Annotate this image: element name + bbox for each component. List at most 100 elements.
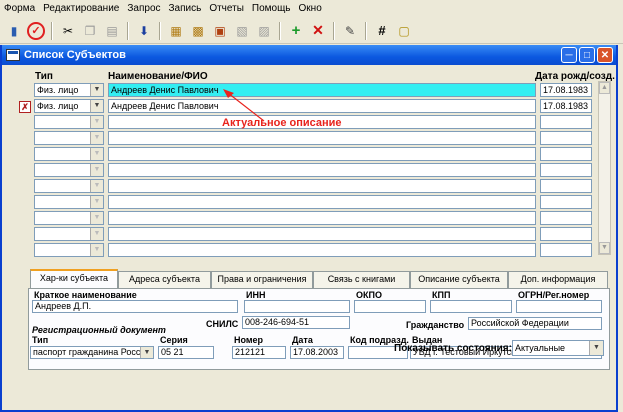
tab-description[interactable]: Описание субъекта (410, 271, 508, 288)
type-select[interactable]: Физ. лицо ▼ (34, 83, 104, 97)
query-cancel-icon[interactable]: ▣ (211, 22, 229, 40)
show-states-select[interactable]: Актуальные ▼ (512, 340, 604, 356)
chevron-down-icon[interactable]: ▼ (90, 116, 103, 128)
report-icon[interactable]: ▢ (395, 22, 413, 40)
date-cell[interactable] (540, 163, 592, 177)
type-select[interactable]: Физ. лицо ▼ (34, 99, 104, 113)
date-cell[interactable]: 17.08.1983 (540, 99, 592, 113)
cut-icon[interactable]: ✂ (59, 22, 77, 40)
minimize-button[interactable]: ─ (561, 47, 577, 63)
date-cell[interactable] (540, 147, 592, 161)
scroll-down-icon[interactable]: ▼ (599, 242, 610, 254)
name-cell[interactable] (108, 227, 536, 241)
name-cell[interactable] (108, 147, 536, 161)
type-select[interactable]: ▼ (34, 163, 104, 177)
series-field[interactable]: 05 21 (158, 346, 214, 359)
chevron-down-icon[interactable]: ▼ (90, 244, 103, 256)
toolbar-separator (127, 21, 129, 40)
date-cell[interactable] (540, 243, 592, 257)
menu-query[interactable]: Запрос (123, 0, 164, 18)
chevron-down-icon[interactable]: ▼ (90, 132, 103, 144)
chevron-down-icon[interactable]: ▼ (140, 347, 153, 358)
query-enter-icon[interactable]: ▦ (167, 22, 185, 40)
tab-books[interactable]: Связь с книгами (313, 271, 410, 288)
download-icon[interactable]: ⬇ (135, 22, 153, 40)
name-cell[interactable]: Андреев Денис Павлович (108, 83, 536, 97)
okpo-field[interactable] (354, 300, 426, 313)
type-select[interactable]: ▼ (34, 131, 104, 145)
series-label: Серия (160, 335, 188, 345)
chevron-down-icon[interactable]: ▼ (90, 196, 103, 208)
scroll-up-icon[interactable]: ▲ (599, 82, 610, 94)
name-cell[interactable] (108, 243, 536, 257)
chevron-down-icon[interactable]: ▼ (90, 164, 103, 176)
type-select[interactable]: ▼ (34, 243, 104, 257)
toolbar-separator (51, 21, 53, 40)
tab-characteristics[interactable]: Хар-ки субъекта (30, 269, 118, 288)
vertical-scrollbar[interactable]: ▲ ▼ (598, 81, 611, 255)
header-type: Тип (35, 71, 53, 82)
chevron-down-icon[interactable]: ▼ (90, 100, 103, 112)
chevron-down-icon[interactable]: ▼ (90, 148, 103, 160)
chevron-down-icon[interactable]: ▼ (589, 341, 603, 355)
kpp-field[interactable] (430, 300, 512, 313)
name-cell[interactable] (108, 211, 536, 225)
menu-edit[interactable]: Редактирование (39, 0, 123, 18)
snils-label: СНИЛС (206, 319, 239, 329)
date-cell[interactable] (540, 115, 592, 129)
close-button[interactable]: ✕ (597, 47, 613, 63)
tab-additional[interactable]: Доп. информация (508, 271, 608, 288)
delete-marker-icon[interactable]: ✗ (19, 101, 31, 113)
name-cell[interactable]: Андреев Денис Павлович (108, 99, 536, 113)
window-title: Список Субъектов (24, 49, 126, 61)
window-icon (6, 49, 20, 61)
hash-icon[interactable]: # (373, 22, 391, 40)
type-select[interactable]: ▼ (34, 211, 104, 225)
type-select[interactable]: ▼ (34, 195, 104, 209)
menu-record[interactable]: Запись (165, 0, 206, 18)
type-select[interactable]: ▼ (34, 115, 104, 129)
inn-field[interactable] (244, 300, 350, 313)
exit-icon[interactable]: ▮ (5, 22, 23, 40)
query-fetch-icon[interactable]: ▨ (255, 22, 273, 40)
chevron-down-icon[interactable]: ▼ (90, 180, 103, 192)
citizenship-field[interactable]: Российской Федерации (468, 317, 602, 330)
menu-form[interactable]: Форма (0, 0, 39, 18)
date-cell[interactable] (540, 195, 592, 209)
snils-field[interactable]: 008-246-694-51 (242, 316, 350, 329)
type-select[interactable]: ▼ (34, 179, 104, 193)
chevron-down-icon[interactable]: ▼ (90, 212, 103, 224)
maximize-button[interactable]: □ (579, 47, 595, 63)
date-cell[interactable] (540, 179, 592, 193)
menu-reports[interactable]: Отчеты (205, 0, 248, 18)
type-select[interactable]: ▼ (34, 227, 104, 241)
query-execute-icon[interactable]: ▩ (189, 22, 207, 40)
name-cell[interactable] (108, 131, 536, 145)
add-record-icon[interactable]: + (287, 22, 305, 40)
tab-addresses[interactable]: Адреса субъекта (118, 271, 211, 288)
doc-type-select[interactable]: паспорт гражданина Росси ▼ (30, 346, 154, 359)
date-cell[interactable]: 17.08.1983 (540, 83, 592, 97)
accept-icon[interactable]: ✓ (27, 21, 45, 40)
number-field[interactable]: 212121 (232, 346, 286, 359)
menu-window[interactable]: Окно (295, 0, 326, 18)
name-cell[interactable] (108, 179, 536, 193)
name-cell[interactable] (108, 195, 536, 209)
name-cell[interactable] (108, 163, 536, 177)
query-count-icon[interactable]: ▧ (233, 22, 251, 40)
type-select[interactable]: ▼ (34, 147, 104, 161)
chevron-down-icon[interactable]: ▼ (90, 228, 103, 240)
paste-icon[interactable]: ▤ (103, 22, 121, 40)
date-cell[interactable] (540, 211, 592, 225)
date-cell[interactable] (540, 227, 592, 241)
delete-record-icon[interactable]: ✕ (309, 22, 327, 40)
date-field[interactable]: 17.08.2003 (290, 346, 344, 359)
date-cell[interactable] (540, 131, 592, 145)
short-name-field[interactable]: Андреев Д.П. (32, 300, 238, 313)
menu-help[interactable]: Помощь (248, 0, 295, 18)
copy-icon[interactable]: ❐ (81, 22, 99, 40)
chevron-down-icon[interactable]: ▼ (90, 84, 103, 96)
edit-icon[interactable]: ✎ (341, 22, 359, 40)
tab-rights[interactable]: Права и ограничения (211, 271, 313, 288)
ogrn-field[interactable] (516, 300, 602, 313)
